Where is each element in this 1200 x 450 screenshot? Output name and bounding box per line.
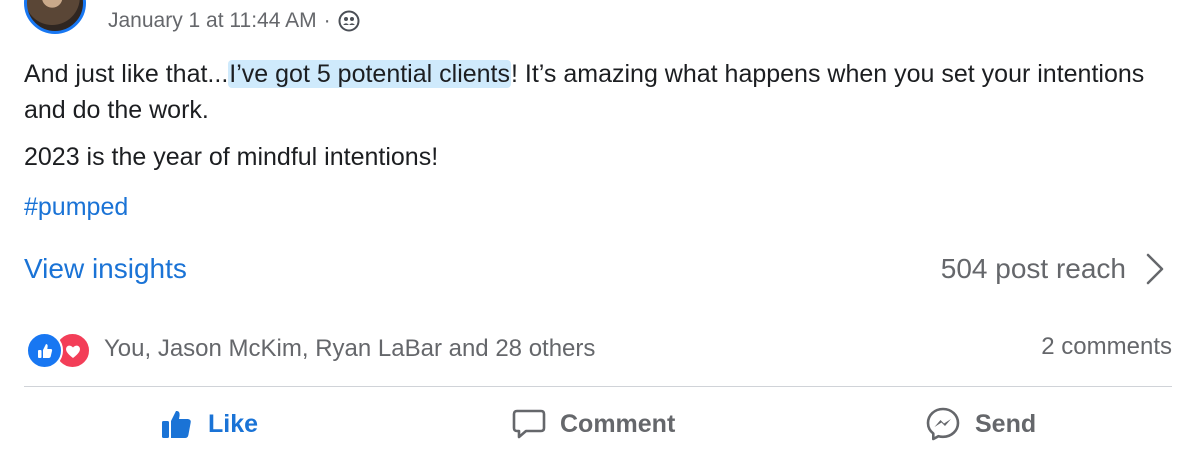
post-card: January 1 at 11:44 AM · And just like th… bbox=[0, 0, 1200, 450]
friends-icon[interactable] bbox=[338, 10, 360, 32]
avatar[interactable] bbox=[24, 0, 86, 34]
comment-icon bbox=[512, 409, 546, 439]
reactors-list[interactable]: You, Jason McKim, Ryan LaBar and 28 othe… bbox=[104, 335, 595, 363]
post-timestamp[interactable]: January 1 at 11:44 AM bbox=[108, 9, 317, 33]
post-text-start: And just like that... bbox=[24, 60, 229, 88]
reaction-icons bbox=[26, 331, 92, 369]
post-reach-label: 504 post reach bbox=[940, 253, 1126, 284]
like-icon bbox=[26, 332, 63, 369]
post-text-line2: 2023 is the year of mindful intentions! bbox=[24, 143, 439, 171]
meta-separator: · bbox=[323, 9, 331, 32]
hashtag-link[interactable]: #pumped bbox=[24, 189, 128, 225]
like-button[interactable]: Like bbox=[160, 402, 258, 446]
post-reach[interactable]: 504 post reach bbox=[941, 250, 1166, 288]
comment-button[interactable]: Comment bbox=[512, 402, 675, 446]
divider bbox=[24, 386, 1172, 387]
comments-count[interactable]: 2 comments bbox=[1041, 333, 1172, 361]
post-meta: January 1 at 11:44 AM · bbox=[108, 9, 360, 33]
send-label: Send bbox=[975, 409, 1037, 438]
send-button[interactable]: Send bbox=[925, 402, 1036, 446]
highlighted-text: I’ve got 5 potential clients bbox=[228, 60, 512, 88]
chevron-right-icon bbox=[1146, 253, 1164, 285]
view-insights-link[interactable]: View insights bbox=[24, 250, 187, 288]
comment-label: Comment bbox=[560, 409, 676, 438]
like-label: Like bbox=[208, 409, 259, 438]
messenger-icon bbox=[926, 407, 960, 441]
post-text: And just like that...I’ve got 5 potentia… bbox=[24, 56, 1164, 128]
reactions-summary[interactable]: You, Jason McKim, Ryan LaBar and 28 othe… bbox=[26, 331, 595, 369]
thumbs-up-icon bbox=[162, 410, 191, 438]
